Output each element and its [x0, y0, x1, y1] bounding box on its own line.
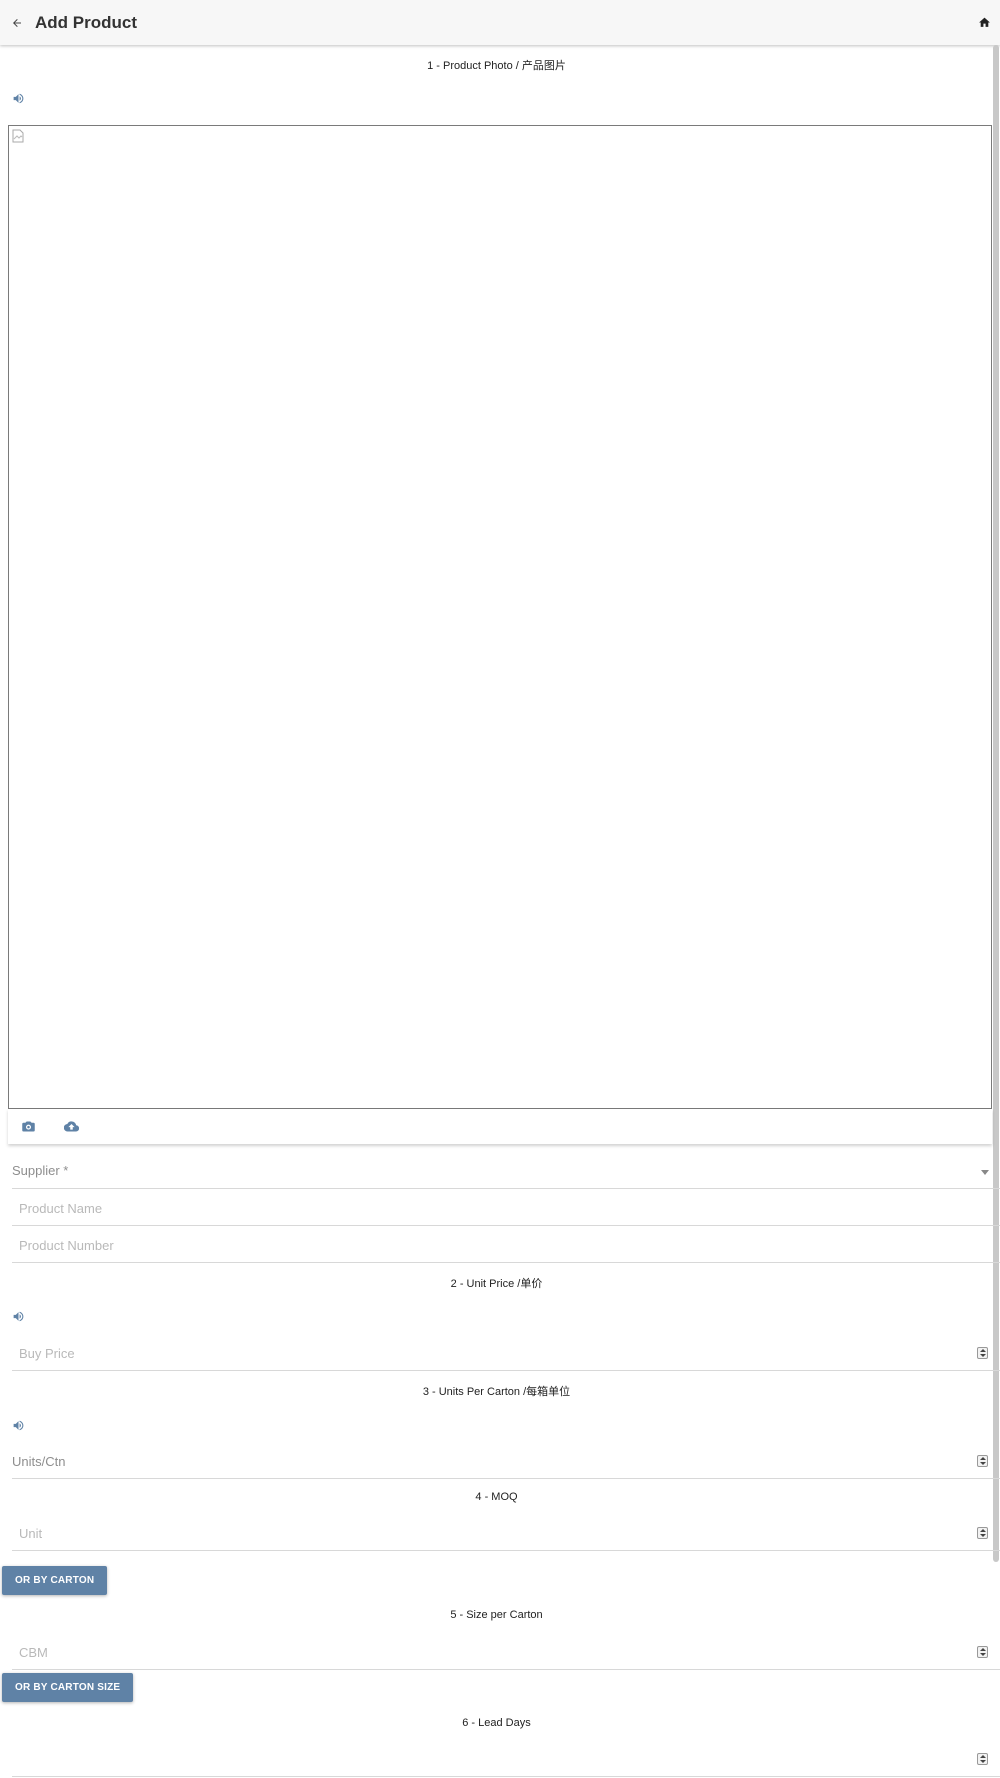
- cbm-field[interactable]: [12, 1635, 1000, 1670]
- arrow-left-icon: [13, 18, 21, 27]
- page-title: Add Product: [35, 12, 137, 32]
- camera-icon: [22, 1121, 35, 1132]
- section-title-size-per-carton: 5 - Size per Carton: [450, 1609, 543, 1621]
- app-bar: Add Product: [0, 0, 1000, 45]
- speaker-button-units-per-carton[interactable]: [12, 1419, 26, 1433]
- speaker-button-photo[interactable]: [12, 92, 26, 106]
- lead-days-stepper[interactable]: [977, 1753, 988, 1765]
- moq-unit-stepper[interactable]: [977, 1527, 988, 1539]
- buy-price-stepper[interactable]: [977, 1347, 988, 1359]
- units-ctn-stepper[interactable]: [977, 1455, 988, 1467]
- upload-button[interactable]: [63, 1119, 80, 1135]
- section-title-lead-days: 6 - Lead Days: [462, 1717, 531, 1729]
- units-ctn-input[interactable]: [12, 1444, 1000, 1478]
- or-by-carton-button[interactable]: OR BY CARTON: [2, 1566, 108, 1595]
- product-name-field[interactable]: [12, 1192, 1000, 1226]
- cloud-upload-icon: [63, 1121, 80, 1132]
- home-icon: [978, 17, 990, 27]
- units-ctn-field[interactable]: [12, 1444, 1000, 1479]
- speaker-icon: [13, 93, 24, 104]
- scrollbar[interactable]: [993, 45, 999, 1562]
- speaker-button-unit-price[interactable]: [12, 1310, 26, 1324]
- product-number-input[interactable]: [12, 1229, 1000, 1262]
- buy-price-input[interactable]: [12, 1336, 1000, 1370]
- speaker-icon: [13, 1420, 24, 1431]
- back-button[interactable]: [4, 10, 30, 36]
- section-title-unit-price: 2 - Unit Price /单价: [450, 1278, 543, 1290]
- moq-unit-input[interactable]: [12, 1516, 1000, 1550]
- or-by-carton-size-button[interactable]: OR BY CARTON SIZE: [2, 1673, 134, 1702]
- section-title-units-per-carton: 3 - Units Per Carton /每箱单位: [422, 1386, 571, 1398]
- speaker-icon: [13, 1311, 24, 1322]
- photo-actions-bar: [8, 1109, 992, 1144]
- product-number-field[interactable]: [12, 1229, 1000, 1263]
- buy-price-field[interactable]: [12, 1336, 1000, 1371]
- lead-days-field[interactable]: [12, 1742, 1000, 1777]
- moq-unit-field[interactable]: [12, 1516, 1000, 1551]
- lead-days-input[interactable]: [12, 1742, 1000, 1776]
- camera-button[interactable]: [21, 1119, 37, 1135]
- product-photo-preview[interactable]: [8, 125, 992, 1109]
- broken-image-icon: [12, 129, 24, 143]
- chevron-down-icon: [981, 1170, 989, 1175]
- supplier-select[interactable]: Supplier *: [12, 1155, 1000, 1189]
- home-button[interactable]: [974, 12, 994, 32]
- product-name-input[interactable]: [12, 1192, 1000, 1225]
- section-title-moq: 4 - MOQ: [475, 1491, 518, 1503]
- cbm-stepper[interactable]: [977, 1646, 988, 1658]
- section-title-photo: 1 - Product Photo / 产品图片: [427, 60, 566, 72]
- supplier-label: Supplier *: [12, 1163, 69, 1178]
- cbm-input[interactable]: [12, 1635, 1000, 1669]
